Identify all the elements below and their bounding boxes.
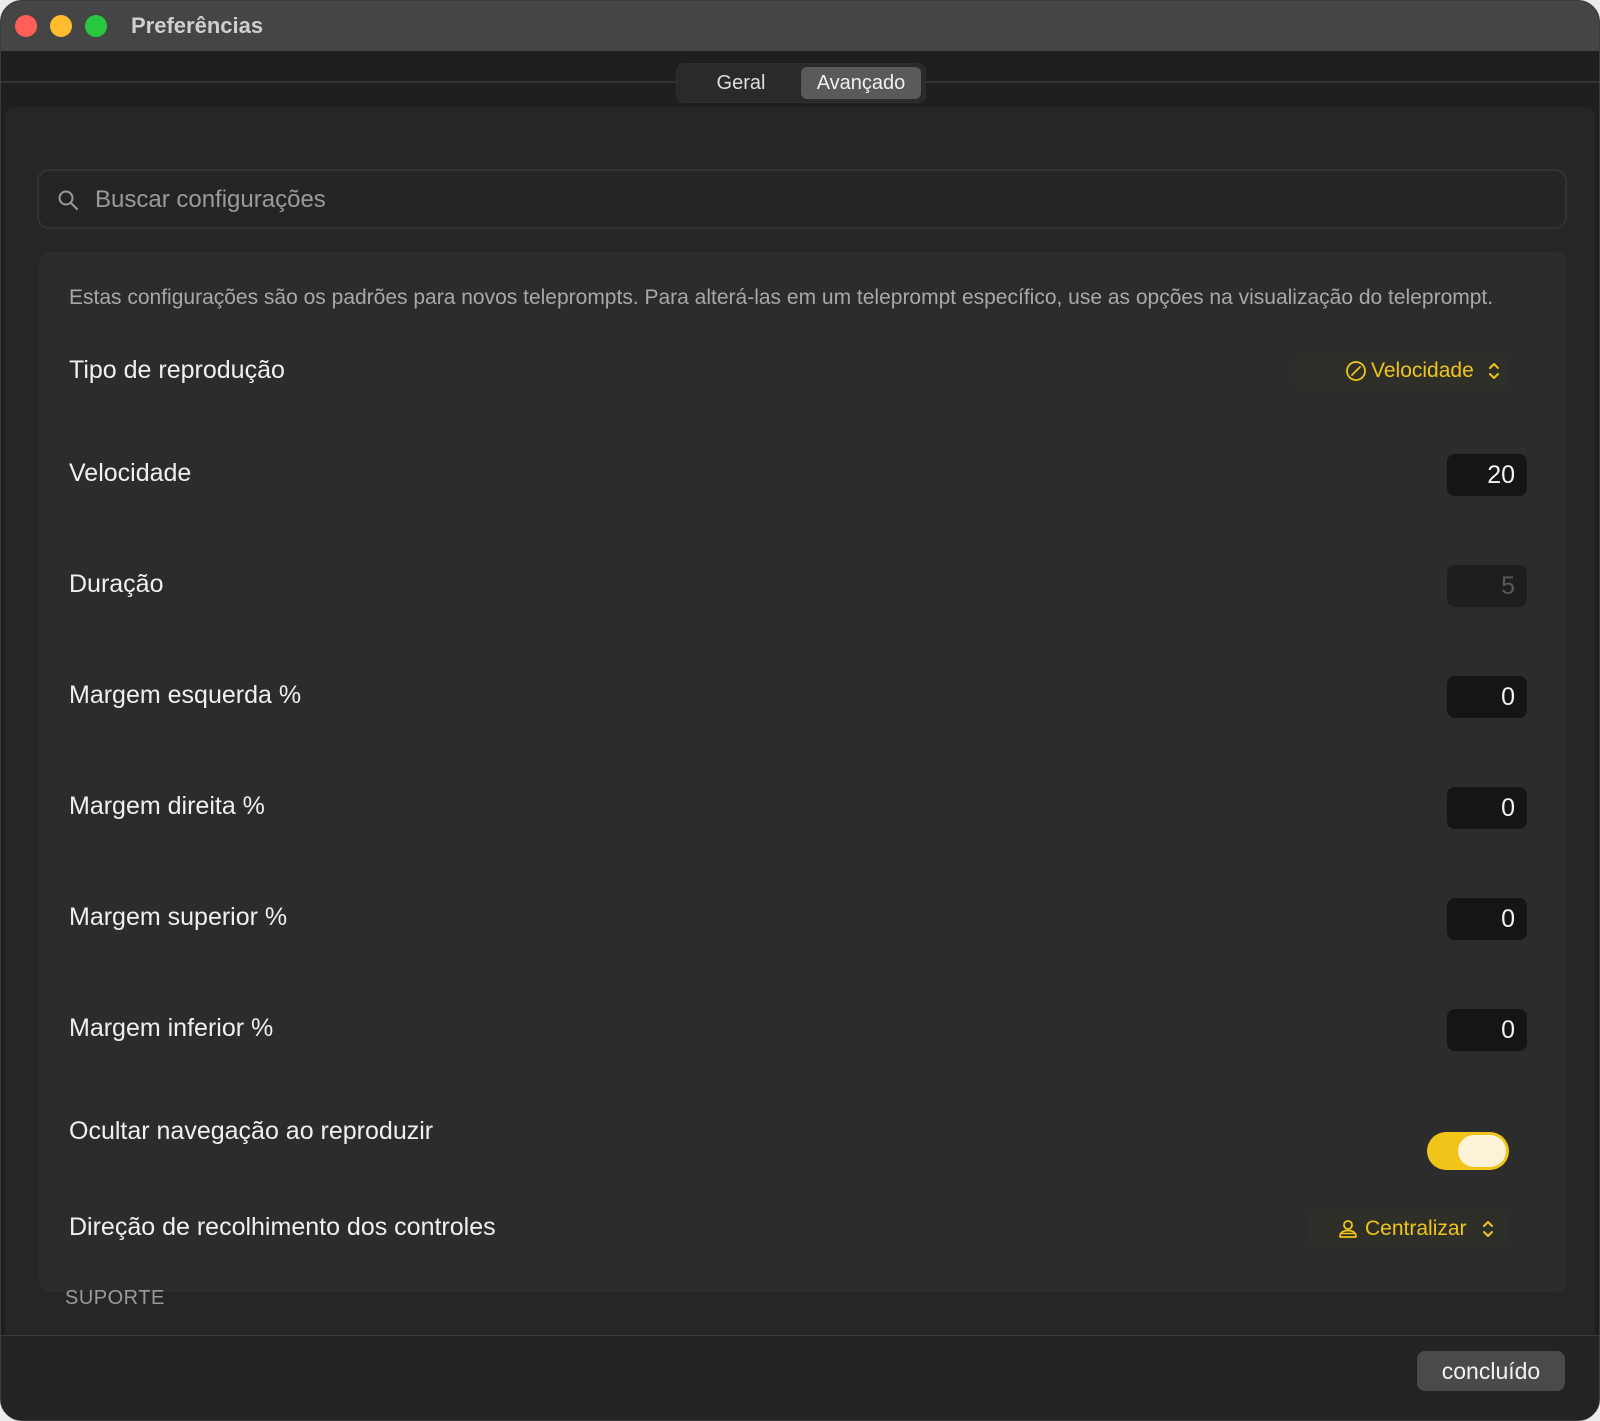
playback-type-label: Tipo de reprodução [69,356,285,384]
hide-nav-label: Ocultar navegação ao reproduzir [69,1117,434,1145]
tab-geral[interactable]: Geral [681,67,801,99]
settings-description: Estas configurações são os padrões para … [69,286,1494,309]
window-title: Preferências [131,13,264,38]
title-bar: Preferências [1,1,1599,52]
settings-pane: Buscar configurações Estas configurações… [5,107,1595,1387]
playback-type-popup[interactable]: Velocidade [1295,352,1509,390]
collapse-direction-popup[interactable]: Centralizar [1309,1210,1509,1248]
collapse-direction-value: Centralizar [1365,1217,1467,1240]
duration-label: Duração [69,570,164,598]
preferences-window: Preferências Geral Avançado Buscar confi… [0,0,1600,1421]
collapse-direction-label: Direção de recolhimento dos controles [69,1213,496,1241]
speed-label: Velocidade [69,459,192,487]
chevron-up-down-icon [1489,363,1499,379]
chevron-up-down-icon [1483,1221,1493,1237]
hide-nav-toggle[interactable] [1427,1132,1509,1170]
margin-top-field[interactable]: 0 [1447,898,1527,940]
footer-bar: concluído [1,1336,1599,1420]
duration-field: 5 [1447,565,1527,607]
done-button[interactable]: concluído [1417,1351,1565,1391]
margin-right-label: Margem direita % [69,792,265,820]
speed-field[interactable]: 20 [1447,454,1527,496]
support-section-header: SUPORTE [65,1287,165,1309]
settings-card: Estas configurações são os padrões para … [39,252,1567,1292]
zoom-window-button[interactable] [85,15,107,37]
speedometer-icon [1346,361,1366,381]
preferences-sheet: Geral Avançado Buscar configurações Esta… [1,51,1599,1420]
toggle-knob [1458,1135,1506,1167]
margin-left-label: Margem esquerda % [69,681,302,709]
playback-type-value: Velocidade [1371,359,1474,382]
tab-bar: Geral Avançado [676,63,926,103]
margin-top-label: Margem superior % [69,903,288,931]
margin-bottom-label: Margem inferior % [69,1014,274,1042]
close-window-button[interactable] [15,15,37,37]
margin-bottom-field[interactable]: 0 [1447,1009,1527,1051]
margin-right-field[interactable]: 0 [1447,787,1527,829]
margin-left-field[interactable]: 0 [1447,676,1527,718]
search-placeholder: Buscar configurações [95,186,326,213]
minimize-window-button[interactable] [50,15,72,37]
tab-avancado[interactable]: Avançado [801,67,921,99]
search-input[interactable]: Buscar configurações [37,169,1567,229]
search-icon [58,190,78,210]
person-center-icon [1339,1220,1357,1238]
